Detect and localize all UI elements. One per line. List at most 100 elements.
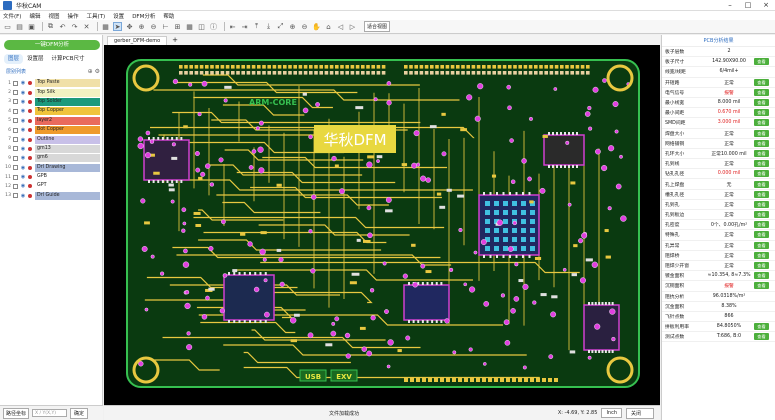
undo-icon[interactable]: ↶: [58, 22, 67, 31]
layer-checkbox[interactable]: [13, 118, 18, 124]
fit-view-button[interactable]: 适合视图: [364, 21, 391, 32]
menu-file[interactable]: 文件(F): [3, 12, 21, 20]
tab-gerber-demo[interactable]: gerber_DFM-demo: [107, 36, 168, 45]
menu-tools[interactable]: 工具(T): [87, 12, 106, 20]
view-button[interactable]: 查看: [754, 160, 769, 168]
eye-icon[interactable]: ◉: [20, 118, 26, 124]
dfm-analysis-button[interactable]: 一键DFM分析: [4, 40, 100, 50]
view-button[interactable]: 查看: [754, 323, 769, 331]
redo-icon[interactable]: ↷: [70, 22, 79, 31]
view-button[interactable]: 查看: [754, 78, 769, 86]
eye-icon[interactable]: ◉: [20, 146, 26, 152]
view-button[interactable]: 查看: [754, 119, 769, 127]
pan-icon[interactable]: ✋: [312, 22, 321, 31]
unit-select[interactable]: Inch: [601, 408, 622, 418]
view-button[interactable]: 查看: [754, 170, 769, 178]
view-button[interactable]: 查看: [754, 88, 769, 96]
view-button[interactable]: 查看: [754, 180, 769, 188]
view-button[interactable]: 查看: [754, 99, 769, 107]
path-coord-button[interactable]: 路径坐标: [3, 407, 30, 419]
grid-icon[interactable]: ▦: [185, 22, 194, 31]
view-button[interactable]: 查看: [754, 129, 769, 137]
select-window-icon[interactable]: ▦: [101, 22, 110, 31]
view-button[interactable]: 查看: [754, 272, 769, 280]
copy-icon[interactable]: ⧉: [46, 22, 55, 31]
view-button[interactable]: 查看: [754, 262, 769, 270]
align-left-icon[interactable]: ⇤: [228, 22, 237, 31]
zoom-in-icon[interactable]: ⊕: [137, 22, 146, 31]
gear-icon[interactable]: ⚙: [95, 68, 100, 75]
eye-icon[interactable]: ◉: [20, 174, 26, 180]
pcb-canvas[interactable]: 华秋DFM ARM-CORE USB EXV: [104, 45, 660, 405]
tab-pcb-size[interactable]: 计算PCB尺寸: [48, 54, 89, 64]
layer-row[interactable]: 11 ◉ GPB: [3, 173, 100, 183]
layer-row[interactable]: 13 ◉ Drl Guide: [3, 191, 100, 202]
align-top-icon[interactable]: ⤒: [252, 22, 261, 31]
view-button[interactable]: 查看: [754, 231, 769, 239]
menu-operate[interactable]: 操作: [68, 12, 79, 20]
layer-row[interactable]: 9 ◉ gm6: [3, 154, 100, 164]
coord-input[interactable]: X / Y(X,Y): [32, 409, 68, 417]
layer-checkbox[interactable]: [13, 165, 18, 171]
align-right-icon[interactable]: ⇥: [240, 22, 249, 31]
layer-checkbox[interactable]: [13, 99, 18, 105]
layer-row[interactable]: 7 ◉ Outline: [3, 135, 100, 145]
layer-row[interactable]: 2 ◉ Top Silk: [3, 88, 100, 98]
measure-icon[interactable]: ⊞: [173, 22, 182, 31]
confirm-button[interactable]: 确定: [70, 407, 89, 419]
align-bottom-icon[interactable]: ⤓: [264, 22, 273, 31]
minimize-icon[interactable]: –: [721, 0, 739, 10]
pcb-render[interactable]: 华秋DFM ARM-CORE USB EXV: [104, 45, 660, 405]
mode-select[interactable]: 关闭: [626, 407, 654, 419]
layer-row[interactable]: 8 ◉ gm13: [3, 144, 100, 155]
menu-dfm[interactable]: DFM分析: [132, 12, 155, 20]
eye-icon[interactable]: ◉: [20, 165, 26, 171]
prev-view-icon[interactable]: ◁: [336, 22, 345, 31]
eye-icon[interactable]: ◉: [20, 183, 26, 189]
new-file-icon[interactable]: ▭: [3, 22, 12, 31]
open-folder-icon[interactable]: ▤: [15, 22, 24, 31]
view-button[interactable]: 查看: [754, 251, 769, 259]
zoom-area-icon[interactable]: ⊕: [288, 22, 297, 31]
pointer-icon[interactable]: ➤: [113, 22, 122, 31]
layer-checkbox[interactable]: [13, 108, 18, 114]
layer-row[interactable]: 3 ◉ Top Solder: [3, 97, 100, 108]
close-icon[interactable]: ×: [757, 0, 775, 10]
delete-icon[interactable]: ✕: [82, 22, 91, 31]
layer-row[interactable]: 12 ◉ GPT: [3, 182, 100, 192]
view-button[interactable]: 查看: [754, 221, 769, 229]
eye-icon[interactable]: ◉: [20, 99, 26, 105]
layer-icon[interactable]: ◫: [197, 22, 206, 31]
view-button[interactable]: 查看: [754, 333, 769, 341]
add-tab-icon[interactable]: +: [172, 36, 178, 45]
layer-checkbox[interactable]: [13, 90, 18, 96]
next-view-icon[interactable]: ▷: [348, 22, 357, 31]
layer-checkbox[interactable]: [13, 155, 18, 161]
layer-row[interactable]: 1 ◉ Top Paste: [3, 79, 100, 89]
home-icon[interactable]: ⌂: [324, 22, 333, 31]
layer-checkbox[interactable]: [13, 146, 18, 152]
layer-row[interactable]: 4 ◉ Top Copper: [3, 107, 100, 117]
layer-checkbox[interactable]: [13, 183, 18, 189]
layer-row[interactable]: 5 ◉ layer2: [3, 116, 100, 126]
add-layer-icon[interactable]: ⊕: [88, 68, 93, 75]
ruler-icon[interactable]: ⊢: [161, 22, 170, 31]
view-button[interactable]: 查看: [754, 139, 769, 147]
eye-icon[interactable]: ◉: [20, 137, 26, 143]
eye-icon[interactable]: ◉: [20, 193, 26, 199]
move-icon[interactable]: ✥: [125, 22, 134, 31]
menu-view[interactable]: 视图: [48, 12, 59, 20]
eye-icon[interactable]: ◉: [20, 90, 26, 96]
view-button[interactable]: 查看: [754, 109, 769, 117]
tab-layer-settings[interactable]: 设置层: [23, 54, 48, 64]
layer-row[interactable]: 6 ◉ Bot Copper: [3, 126, 100, 136]
view-button[interactable]: 查看: [754, 282, 769, 290]
eye-icon[interactable]: ◉: [20, 155, 26, 161]
zoom-reduce-icon[interactable]: ⊖: [300, 22, 309, 31]
view-button[interactable]: 查看: [754, 58, 769, 66]
zoom-out-icon[interactable]: ⊖: [149, 22, 158, 31]
layer-checkbox[interactable]: [13, 80, 18, 86]
layer-checkbox[interactable]: [13, 137, 18, 143]
maximize-icon[interactable]: □: [739, 0, 757, 10]
view-button[interactable]: 查看: [754, 241, 769, 249]
